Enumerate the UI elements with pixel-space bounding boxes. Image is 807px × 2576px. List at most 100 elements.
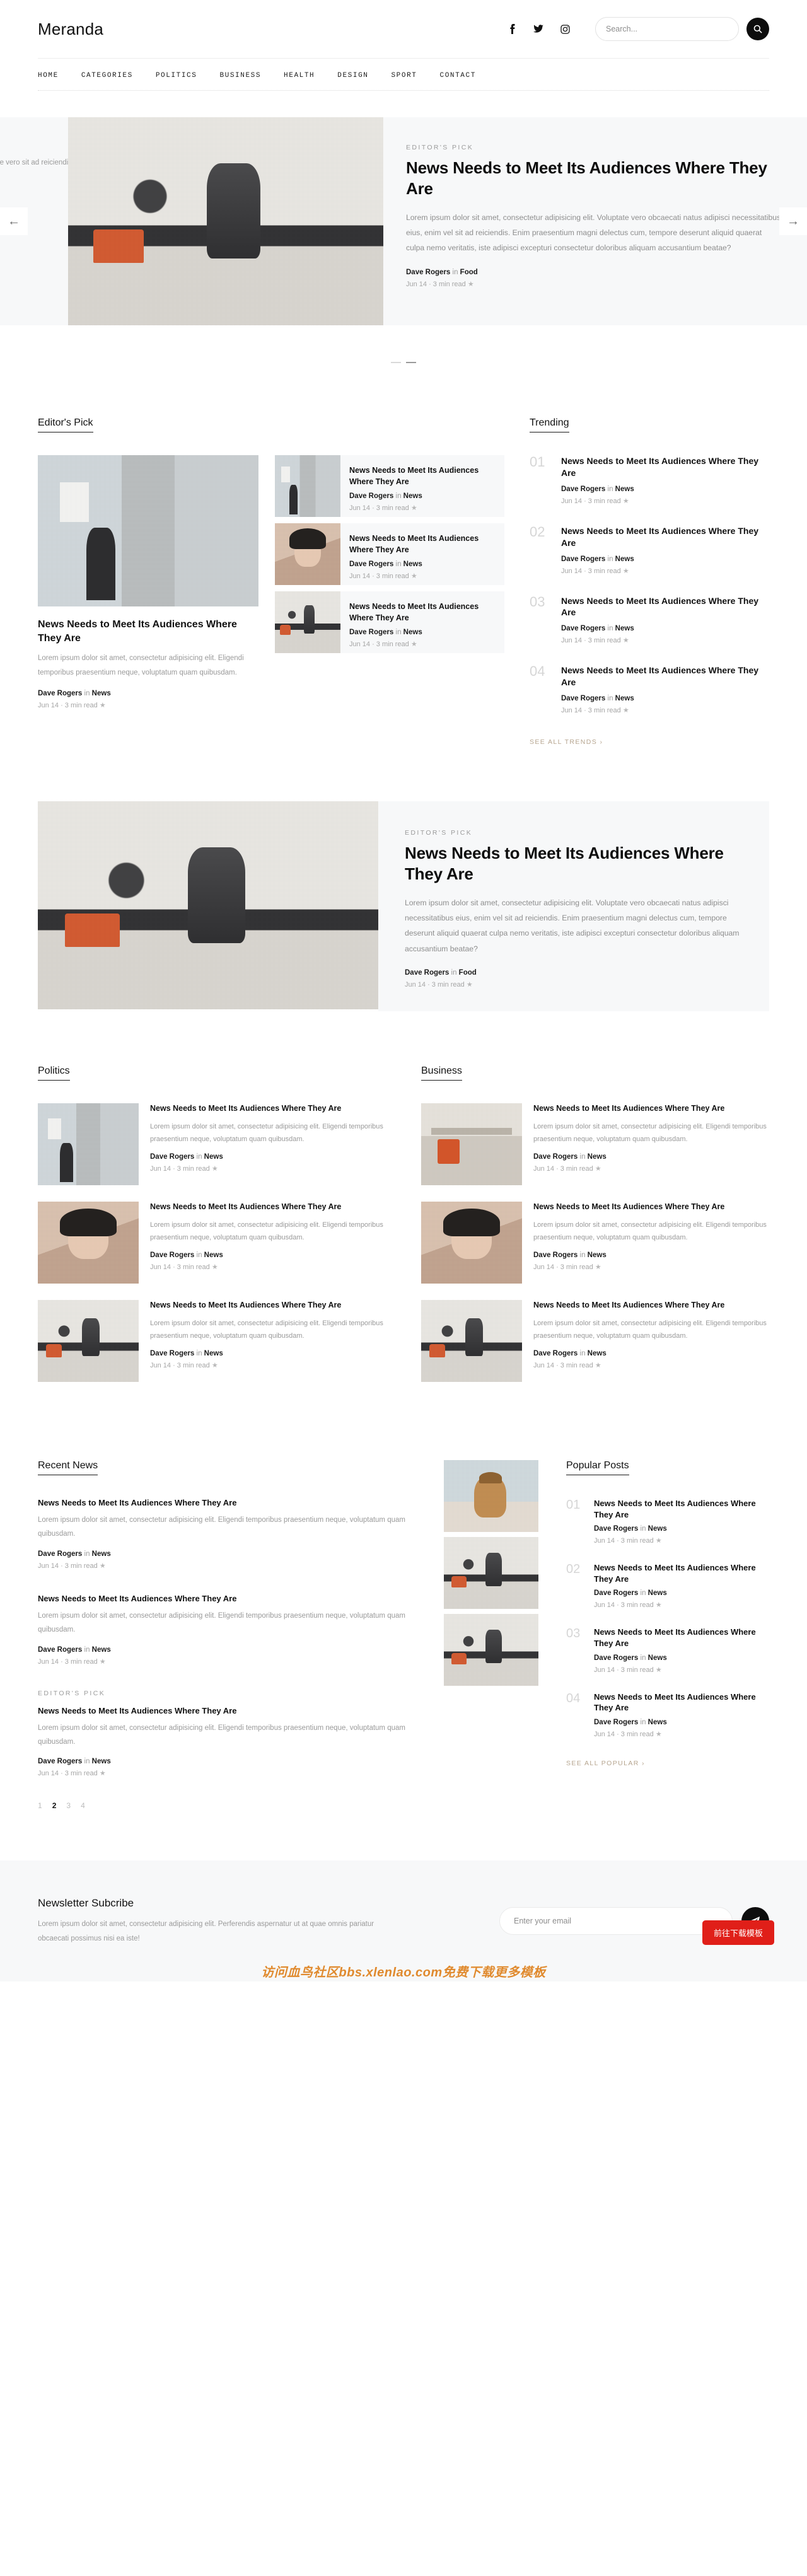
category-article[interactable]: News Needs to Meet Its Audiences Where T… bbox=[421, 1300, 769, 1383]
see-all-popular-link[interactable]: SEE ALL POPULAR › bbox=[566, 1760, 645, 1767]
popular-category[interactable]: News bbox=[648, 1719, 667, 1726]
nav-link-sport[interactable]: SPORT bbox=[391, 72, 417, 79]
list-item-title[interactable]: News Needs to Meet Its Audiences Where T… bbox=[349, 465, 496, 487]
banner-category[interactable]: Food bbox=[459, 969, 477, 977]
category-name[interactable]: News bbox=[204, 1153, 223, 1161]
carousel-next-button[interactable]: → bbox=[779, 207, 807, 235]
list-item-title[interactable]: News Needs to Meet Its Audiences Where T… bbox=[349, 601, 496, 624]
list-item-category[interactable]: News bbox=[404, 629, 422, 636]
category-article[interactable]: News Needs to Meet Its Audiences Where T… bbox=[421, 1202, 769, 1284]
popular-category[interactable]: News bbox=[648, 1654, 667, 1662]
trending-item[interactable]: 02 News Needs to Meet Its Audiences Wher… bbox=[530, 525, 769, 574]
recent-article[interactable]: EDITOR'S PICK News Needs to Meet Its Aud… bbox=[38, 1690, 416, 1778]
nav-item-categories[interactable]: CATEGORIES bbox=[81, 69, 133, 80]
trending-item[interactable]: 01 News Needs to Meet Its Audiences Wher… bbox=[530, 455, 769, 505]
list-item-category[interactable]: News bbox=[404, 560, 422, 568]
trending-author[interactable]: Dave Rogers bbox=[561, 695, 605, 702]
category-article-title[interactable]: News Needs to Meet Its Audiences Where T… bbox=[533, 1202, 769, 1213]
email-field-wrapper[interactable] bbox=[499, 1907, 733, 1935]
page-2[interactable]: 2 bbox=[52, 1801, 57, 1810]
category-author[interactable]: Dave Rogers bbox=[533, 1153, 578, 1161]
nav-link-politics[interactable]: POLITICS bbox=[156, 72, 197, 79]
recent-article[interactable]: News Needs to Meet Its Audiences Where T… bbox=[38, 1594, 416, 1666]
side-thumbnail[interactable] bbox=[444, 1614, 538, 1686]
category-article[interactable]: News Needs to Meet Its Audiences Where T… bbox=[38, 1103, 386, 1186]
email-input[interactable] bbox=[514, 1917, 718, 1926]
category-author[interactable]: Dave Rogers bbox=[150, 1251, 194, 1259]
category-article-title[interactable]: News Needs to Meet Its Audiences Where T… bbox=[533, 1300, 769, 1311]
trending-title[interactable]: News Needs to Meet Its Audiences Where T… bbox=[561, 455, 769, 479]
popular-title[interactable]: News Needs to Meet Its Audiences Where T… bbox=[594, 1691, 769, 1714]
category-author[interactable]: Dave Rogers bbox=[150, 1350, 194, 1357]
category-name[interactable]: News bbox=[204, 1251, 223, 1259]
trending-item[interactable]: 04 News Needs to Meet Its Audiences Wher… bbox=[530, 664, 769, 714]
banner-title[interactable]: News Needs to Meet Its Audiences Where T… bbox=[405, 843, 740, 885]
side-thumbnail[interactable] bbox=[444, 1460, 538, 1533]
nav-item-sport[interactable]: SPORT bbox=[391, 69, 417, 80]
nav-link-health[interactable]: HEALTH bbox=[284, 72, 315, 79]
recent-author[interactable]: Dave Rogers bbox=[38, 1550, 82, 1558]
trending-title[interactable]: News Needs to Meet Its Audiences Where T… bbox=[561, 525, 769, 549]
feature-title[interactable]: News Needs to Meet Its Audiences Where T… bbox=[38, 618, 258, 645]
nav-item-design[interactable]: DESIGN bbox=[337, 69, 368, 80]
list-item[interactable]: News Needs to Meet Its Audiences Where T… bbox=[275, 523, 504, 585]
trending-author[interactable]: Dave Rogers bbox=[561, 555, 605, 563]
twitter-icon[interactable] bbox=[533, 24, 543, 34]
carousel-dot-1[interactable] bbox=[391, 362, 401, 363]
category-name[interactable]: News bbox=[588, 1350, 607, 1357]
nav-item-health[interactable]: HEALTH bbox=[284, 69, 315, 80]
page-1[interactable]: 1 bbox=[38, 1801, 42, 1810]
nav-link-home[interactable]: HOME bbox=[38, 72, 59, 79]
page-3[interactable]: 3 bbox=[66, 1801, 71, 1810]
list-item-author[interactable]: Dave Rogers bbox=[349, 629, 393, 636]
popular-author[interactable]: Dave Rogers bbox=[594, 1525, 638, 1533]
instagram-icon[interactable] bbox=[560, 24, 570, 34]
download-template-button[interactable]: 前往下载模板 bbox=[702, 1920, 774, 1946]
list-item-author[interactable]: Dave Rogers bbox=[349, 560, 393, 568]
recent-article-title[interactable]: News Needs to Meet Its Audiences Where T… bbox=[38, 1594, 416, 1603]
category-article-title[interactable]: News Needs to Meet Its Audiences Where T… bbox=[533, 1103, 769, 1115]
list-item-category[interactable]: News bbox=[404, 492, 422, 500]
popular-category[interactable]: News bbox=[648, 1525, 667, 1533]
popular-title[interactable]: News Needs to Meet Its Audiences Where T… bbox=[594, 1498, 769, 1520]
trending-item[interactable]: 03 News Needs to Meet Its Audiences Wher… bbox=[530, 595, 769, 644]
list-item-title[interactable]: News Needs to Meet Its Audiences Where T… bbox=[349, 533, 496, 555]
trending-category[interactable]: News bbox=[615, 485, 634, 493]
trending-category[interactable]: News bbox=[615, 625, 634, 632]
recent-article-title[interactable]: News Needs to Meet Its Audiences Where T… bbox=[38, 1706, 416, 1715]
list-item-author[interactable]: Dave Rogers bbox=[349, 492, 393, 500]
popular-item[interactable]: 01 News Needs to Meet Its Audiences Wher… bbox=[566, 1498, 769, 1545]
list-item[interactable]: News Needs to Meet Its Audiences Where T… bbox=[275, 591, 504, 653]
hero-author[interactable]: Dave Rogers bbox=[406, 269, 450, 276]
carousel-prev-button[interactable]: ← bbox=[0, 207, 28, 235]
trending-author[interactable]: Dave Rogers bbox=[561, 485, 605, 493]
feature-author[interactable]: Dave Rogers bbox=[38, 690, 82, 697]
recent-author[interactable]: Dave Rogers bbox=[38, 1646, 82, 1654]
trending-category[interactable]: News bbox=[615, 695, 634, 702]
page-4[interactable]: 4 bbox=[81, 1801, 85, 1810]
recent-author[interactable]: Dave Rogers bbox=[38, 1758, 82, 1765]
category-author[interactable]: Dave Rogers bbox=[150, 1153, 194, 1161]
nav-link-contact[interactable]: CONTACT bbox=[440, 72, 476, 79]
editors-pick-feature-card[interactable]: News Needs to Meet Its Audiences Where T… bbox=[38, 455, 258, 709]
trending-title[interactable]: News Needs to Meet Its Audiences Where T… bbox=[561, 595, 769, 619]
nav-link-design[interactable]: DESIGN bbox=[337, 72, 368, 79]
category-name[interactable]: News bbox=[588, 1251, 607, 1259]
category-article-title[interactable]: News Needs to Meet Its Audiences Where T… bbox=[150, 1300, 386, 1311]
category-author[interactable]: Dave Rogers bbox=[533, 1251, 578, 1259]
carousel-dot-2[interactable] bbox=[406, 362, 416, 363]
category-article[interactable]: News Needs to Meet Its Audiences Where T… bbox=[421, 1103, 769, 1186]
nav-item-business[interactable]: BUSINESS bbox=[219, 69, 261, 80]
list-item[interactable]: News Needs to Meet Its Audiences Where T… bbox=[275, 455, 504, 517]
popular-author[interactable]: Dave Rogers bbox=[594, 1719, 638, 1726]
popular-author[interactable]: Dave Rogers bbox=[594, 1654, 638, 1662]
category-article[interactable]: News Needs to Meet Its Audiences Where T… bbox=[38, 1300, 386, 1383]
trending-category[interactable]: News bbox=[615, 555, 634, 563]
popular-category[interactable]: News bbox=[648, 1589, 667, 1597]
popular-title[interactable]: News Needs to Meet Its Audiences Where T… bbox=[594, 1627, 769, 1649]
category-author[interactable]: Dave Rogers bbox=[533, 1350, 578, 1357]
feature-category[interactable]: News bbox=[92, 690, 111, 697]
recent-category[interactable]: News bbox=[92, 1758, 111, 1765]
recent-article[interactable]: News Needs to Meet Its Audiences Where T… bbox=[38, 1498, 416, 1570]
popular-item[interactable]: 04 News Needs to Meet Its Audiences Wher… bbox=[566, 1691, 769, 1738]
